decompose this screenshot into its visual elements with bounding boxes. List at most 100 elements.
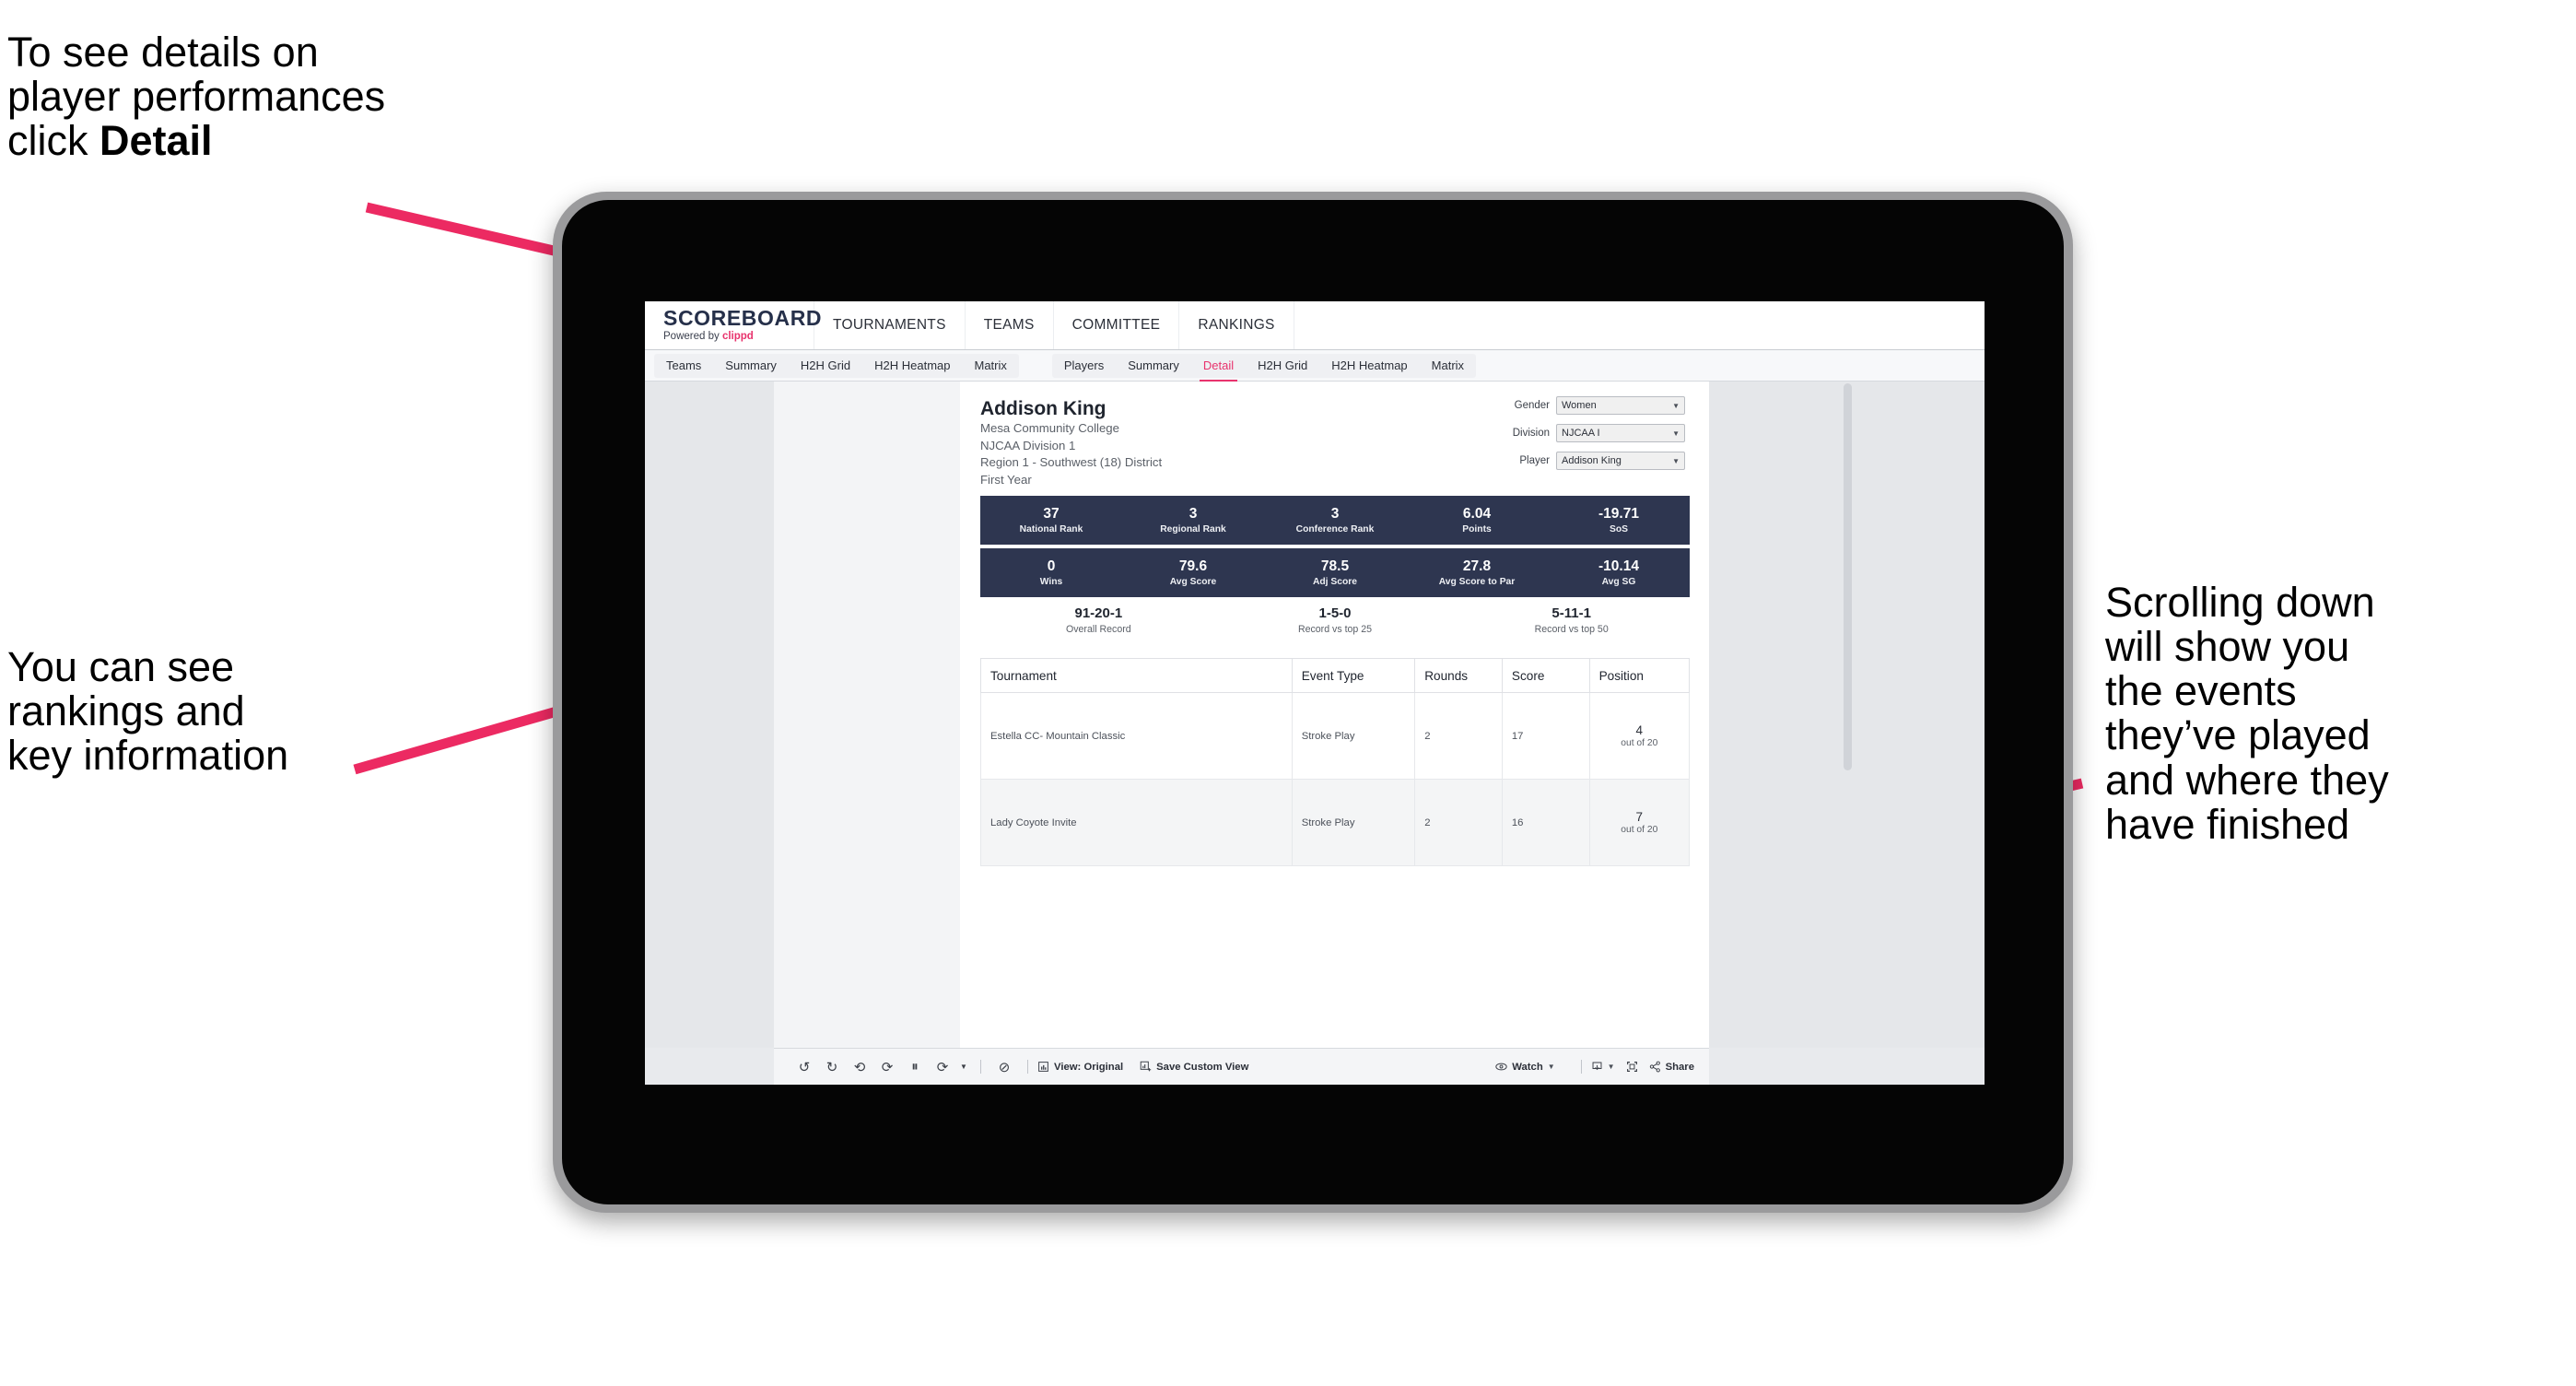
- player-detail-card: Addison King Mesa Community College NJCA…: [960, 382, 1709, 1048]
- share-button[interactable]: Share: [1649, 1061, 1694, 1073]
- clippd-name: clippd: [721, 331, 754, 343]
- annotation-detail-bold: Detail: [100, 117, 213, 165]
- stat-value: 0: [1047, 558, 1056, 574]
- stat-value: 37: [1043, 505, 1060, 522]
- download-icon: [1592, 1062, 1602, 1071]
- pause-updates-icon[interactable]: ⏸: [901, 1059, 929, 1075]
- table-header-row: Tournament Event Type Rounds Score Posit…: [980, 658, 1691, 693]
- record-value: 5-11-1: [1551, 605, 1591, 621]
- tab-teams-summary[interactable]: Summary: [713, 354, 789, 378]
- save-view-icon: [1140, 1061, 1152, 1072]
- view-original-button[interactable]: View: Original: [1037, 1061, 1123, 1073]
- replay-icon[interactable]: ⟳: [929, 1059, 956, 1075]
- filter-select-gender[interactable]: Women ▼: [1556, 396, 1685, 415]
- stat-label: Conference Rank: [1295, 523, 1375, 534]
- position-outof: out of 20: [1621, 738, 1658, 749]
- nav-tournaments[interactable]: TOURNAMENTS: [814, 301, 966, 349]
- brand-logo[interactable]: SCOREBOARD Powered by clippd: [645, 301, 822, 349]
- fullscreen-button[interactable]: [1626, 1061, 1638, 1073]
- filter-value-gender: Women: [1562, 400, 1597, 411]
- record-overall: 91-20-1 Overall Record: [980, 605, 1217, 635]
- nav-teams[interactable]: TEAMS: [966, 301, 1054, 349]
- cell-event-type: Stroke Play: [1291, 692, 1416, 780]
- tab-group-players: Players Summary Detail H2H Grid H2H Heat…: [1051, 353, 1477, 382]
- tab-teams[interactable]: Teams: [654, 354, 713, 378]
- save-custom-view-label: Save Custom View: [1156, 1061, 1249, 1073]
- filter-value-player: Addison King: [1562, 455, 1622, 466]
- powered-by-text: Powered by: [663, 331, 722, 343]
- share-label: Share: [1665, 1061, 1694, 1073]
- tablet-device-frame: SCOREBOARD Powered by clippd TOURNAMENTS…: [553, 192, 2073, 1213]
- player-division: NJCAA Division 1: [980, 438, 1076, 452]
- stat-label: SoS: [1609, 523, 1629, 534]
- records-row: 91-20-1 Overall Record 1-5-0 Record vs t…: [980, 605, 1690, 635]
- filter-label-division: Division: [1512, 428, 1550, 439]
- nav-committee[interactable]: COMMITTEE: [1054, 301, 1180, 349]
- share-icon: [1649, 1061, 1660, 1073]
- toolbar-divider: [1580, 1060, 1582, 1074]
- stat-value: 3: [1330, 505, 1340, 522]
- filter-select-division[interactable]: NJCAA I ▼: [1556, 424, 1685, 442]
- toolbar-divider: [1027, 1060, 1028, 1074]
- tab-players-h2h-grid[interactable]: H2H Grid: [1246, 354, 1319, 378]
- vertical-scrollbar[interactable]: [1844, 383, 1852, 770]
- nav-rankings[interactable]: RANKINGS: [1179, 301, 1294, 349]
- tournaments-table: Tournament Event Type Rounds Score Posit…: [980, 658, 1691, 866]
- clear-sheet-icon[interactable]: ⊘: [990, 1059, 1018, 1075]
- annotation-detail-tab: To see details on player performances cl…: [7, 29, 597, 165]
- tablet-screen: SCOREBOARD Powered by clippd TOURNAMENTS…: [645, 301, 1985, 1085]
- filter-select-player[interactable]: Addison King ▼: [1556, 452, 1685, 470]
- filter-row-player: Player Addison King ▼: [1487, 452, 1685, 470]
- stat-value: 3: [1188, 505, 1198, 522]
- dashboard-canvas: Addison King Mesa Community College NJCA…: [645, 382, 1985, 1048]
- fullscreen-icon: [1626, 1062, 1637, 1072]
- tab-players-matrix[interactable]: Matrix: [1420, 354, 1476, 378]
- position-number: 4: [1635, 722, 1644, 737]
- save-custom-view-button[interactable]: Save Custom View: [1140, 1061, 1248, 1073]
- th-rounds[interactable]: Rounds: [1414, 658, 1503, 693]
- cell-tournament: Estella CC- Mountain Classic: [980, 692, 1293, 780]
- filter-label-gender: Gender: [1514, 400, 1550, 411]
- stats-bar-rankings: 37 National Rank 3 Regional Rank 3 Confe…: [980, 496, 1690, 545]
- undo-icon[interactable]: ↺: [790, 1059, 818, 1075]
- tab-teams-matrix[interactable]: Matrix: [962, 354, 1018, 378]
- stat-value: -19.71: [1598, 505, 1639, 522]
- revert-icon[interactable]: ⟲: [846, 1059, 873, 1075]
- chevron-down-icon[interactable]: ▼: [956, 1063, 971, 1071]
- stat-avg-sg: -10.14 Avg SG: [1548, 548, 1690, 597]
- position-number: 7: [1635, 809, 1644, 824]
- stat-regional-rank: 3 Regional Rank: [1122, 496, 1264, 545]
- th-tournament[interactable]: Tournament: [980, 658, 1293, 693]
- stat-label: National Rank: [1019, 523, 1083, 534]
- stat-sos: -19.71 SoS: [1548, 496, 1690, 545]
- stat-value: -10.14: [1598, 558, 1639, 574]
- stat-label: Adj Score: [1312, 576, 1358, 587]
- tab-players-h2h-heatmap[interactable]: H2H Heatmap: [1319, 354, 1419, 378]
- table-row[interactable]: Lady Coyote Invite Stroke Play 2 16 7 ou…: [980, 779, 1691, 866]
- th-position[interactable]: Position: [1588, 658, 1691, 693]
- tab-teams-h2h-grid[interactable]: H2H Grid: [789, 354, 862, 378]
- cell-position: 4 out of 20: [1588, 692, 1691, 780]
- tab-players[interactable]: Players: [1052, 354, 1116, 378]
- redo-icon[interactable]: ↻: [818, 1059, 846, 1075]
- th-event-type[interactable]: Event Type: [1291, 658, 1416, 693]
- stat-value: 79.6: [1178, 558, 1208, 574]
- table-row[interactable]: Estella CC- Mountain Classic Stroke Play…: [980, 692, 1691, 780]
- download-button[interactable]: ▼: [1591, 1061, 1615, 1073]
- filter-panel: Gender Women ▼ Division NJCAA I ▼ Player…: [1487, 396, 1685, 479]
- tab-teams-h2h-heatmap[interactable]: H2H Heatmap: [862, 354, 962, 378]
- watch-button[interactable]: Watch ▼: [1495, 1061, 1555, 1073]
- stat-avg-score: 79.6 Avg Score: [1122, 548, 1264, 597]
- tab-players-detail[interactable]: Detail: [1191, 354, 1246, 382]
- refresh-data-icon[interactable]: ⟳: [873, 1059, 901, 1075]
- tablet-bezel: SCOREBOARD Powered by clippd TOURNAMENTS…: [562, 200, 2064, 1204]
- brand-subtitle: Powered by clippd: [663, 332, 814, 343]
- tab-players-summary[interactable]: Summary: [1116, 354, 1191, 378]
- filter-value-division: NJCAA I: [1562, 428, 1600, 439]
- chevron-down-icon: ▼: [1672, 429, 1680, 438]
- th-score[interactable]: Score: [1501, 658, 1590, 693]
- stat-label: Avg Score to Par: [1438, 576, 1516, 587]
- stat-wins: 0 Wins: [980, 548, 1122, 597]
- stat-label: Avg Score: [1169, 576, 1217, 587]
- stat-value: 78.5: [1320, 558, 1350, 574]
